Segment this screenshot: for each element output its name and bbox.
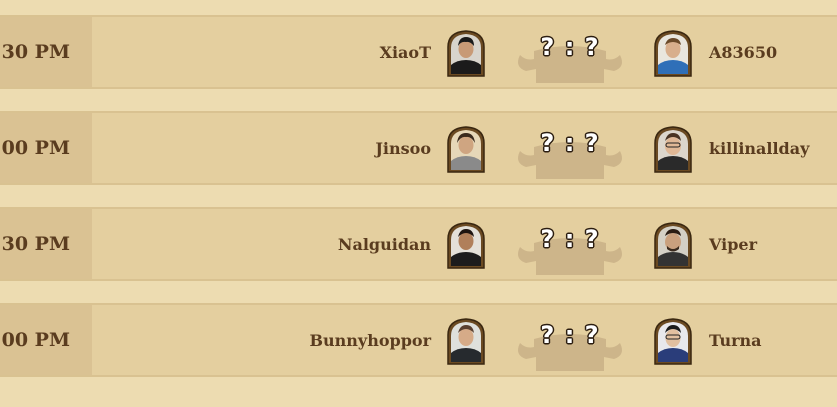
- right-player-name[interactable]: Turna: [709, 305, 762, 375]
- match-time-cell: 6:30 PM: [0, 17, 92, 87]
- score-text: ? : ?: [540, 33, 600, 61]
- left-player-name[interactable]: Bunnyhoppor: [310, 305, 432, 375]
- right-player-name[interactable]: killinallday: [709, 113, 809, 183]
- score-text: ? : ?: [540, 321, 600, 349]
- match-score: ? : ?: [514, 27, 626, 85]
- right-player-name[interactable]: A83650: [709, 17, 777, 87]
- match-time-cell: 7:00 PM: [0, 113, 92, 183]
- match-time: 7:30 PM: [0, 233, 70, 255]
- match-score: ? : ?: [514, 123, 626, 181]
- match-time: 10:00 PM: [0, 329, 70, 351]
- left-player-portrait-icon[interactable]: [445, 125, 487, 173]
- match-time: 6:30 PM: [0, 41, 70, 63]
- right-player-portrait-icon[interactable]: [652, 29, 694, 77]
- match-row[interactable]: 7:00 PM Jinsoo ? : ?: [0, 111, 837, 185]
- match-row[interactable]: 6:30 PM XiaoT ? : ?: [0, 15, 837, 89]
- match-time-cell: 10:00 PM: [0, 305, 92, 375]
- score-text: ? : ?: [540, 129, 600, 157]
- match-time: 7:00 PM: [0, 137, 70, 159]
- left-player-portrait-icon[interactable]: [445, 317, 487, 365]
- left-player-name[interactable]: Jinsoo: [375, 113, 431, 183]
- match-row[interactable]: 7:30 PM Nalguidan ? : ?: [0, 207, 837, 281]
- right-player-portrait-icon[interactable]: [652, 317, 694, 365]
- match-score: ? : ?: [514, 219, 626, 277]
- match-row[interactable]: 10:00 PM Bunnyhoppor ? : ?: [0, 303, 837, 377]
- left-player-name[interactable]: XiaoT: [380, 17, 431, 87]
- score-text: ? : ?: [540, 225, 600, 253]
- match-score: ? : ?: [514, 315, 626, 373]
- left-player-name[interactable]: Nalguidan: [338, 209, 431, 279]
- right-player-portrait-icon[interactable]: [652, 221, 694, 269]
- match-time-cell: 7:30 PM: [0, 209, 92, 279]
- left-player-portrait-icon[interactable]: [445, 221, 487, 269]
- right-player-portrait-icon[interactable]: [652, 125, 694, 173]
- right-player-name[interactable]: Viper: [709, 209, 757, 279]
- left-player-portrait-icon[interactable]: [445, 29, 487, 77]
